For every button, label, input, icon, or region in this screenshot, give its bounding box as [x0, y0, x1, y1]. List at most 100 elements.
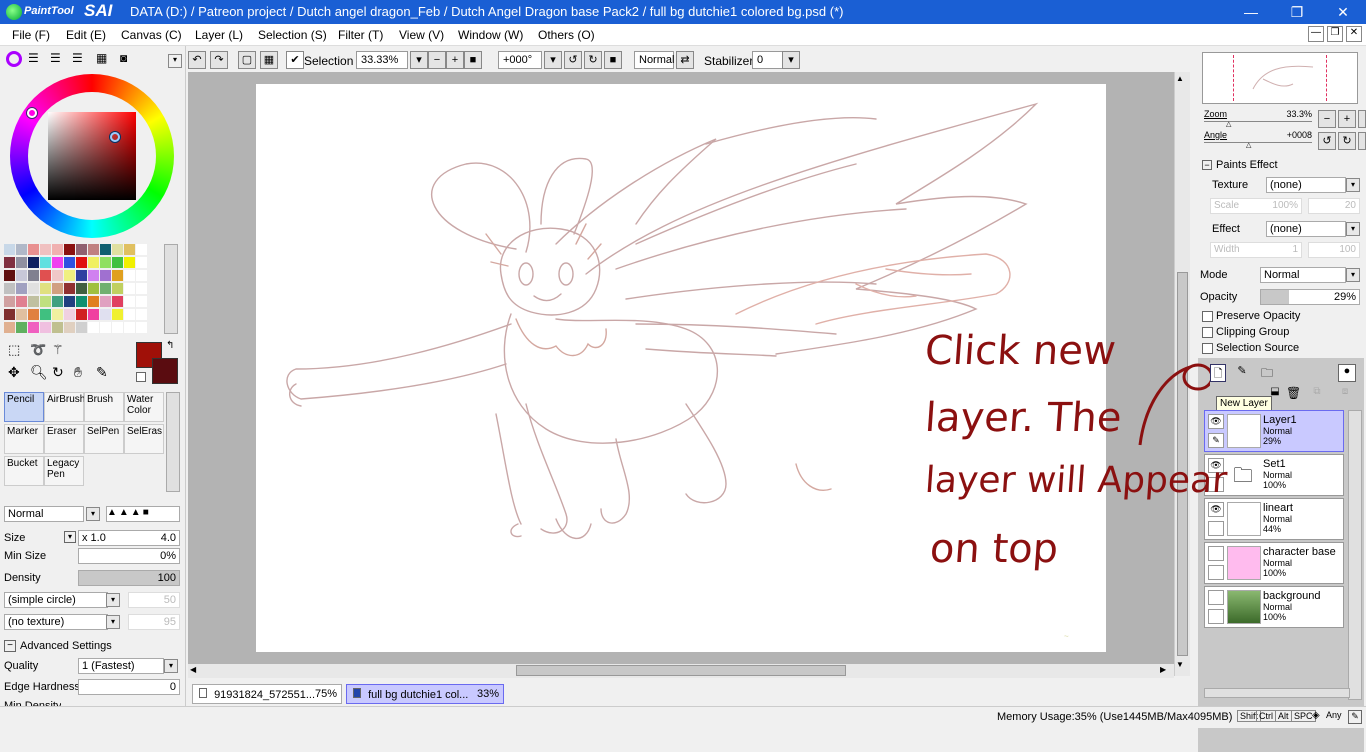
color-swatch[interactable]: [16, 244, 27, 255]
color-swatch[interactable]: [88, 244, 99, 255]
color-swatch[interactable]: [40, 283, 51, 294]
edge-hardness-slider[interactable]: 0: [78, 679, 180, 695]
paints-effect-collapse-icon[interactable]: −: [1202, 160, 1212, 170]
color-swatch[interactable]: [88, 257, 99, 268]
color-swatch[interactable]: [4, 322, 15, 333]
color-swatch[interactable]: [124, 283, 135, 294]
zoom-in-icon[interactable]: +: [446, 51, 464, 69]
color-swatch[interactable]: [100, 296, 111, 307]
hsv-slider-tab-icon[interactable]: ☰: [50, 51, 61, 65]
color-swatch[interactable]: [76, 283, 87, 294]
color-swatch[interactable]: [16, 296, 27, 307]
scroll-left-icon[interactable]: ◀: [190, 665, 196, 674]
color-swatch[interactable]: [40, 257, 51, 268]
effect-select[interactable]: (none): [1266, 221, 1346, 237]
brush-shape-selector[interactable]: ▲▲▲■: [106, 506, 180, 522]
mdi-restore-button[interactable]: ❐: [1327, 26, 1343, 42]
layer-mask-icon[interactable]: ●: [1338, 364, 1356, 382]
lasso-icon[interactable]: ➰: [30, 342, 46, 358]
color-swatch[interactable]: [4, 309, 15, 320]
color-swatch[interactable]: [136, 244, 147, 255]
navigator-preview[interactable]: [1202, 52, 1358, 104]
color-swatch[interactable]: [88, 322, 99, 333]
color-swatch[interactable]: [100, 270, 111, 281]
blend-mode-field[interactable]: Normal: [634, 51, 674, 69]
swatch-grid[interactable]: [4, 244, 150, 334]
nav-zoom-reset-icon[interactable]: [1358, 110, 1366, 128]
color-swatch[interactable]: [28, 296, 39, 307]
color-swatch[interactable]: [64, 244, 75, 255]
deselect-icon[interactable]: ▢: [238, 51, 256, 69]
new-linework-layer-icon[interactable]: ✎: [1234, 364, 1250, 382]
menu-layer[interactable]: Layer (L): [195, 28, 243, 42]
color-swatch[interactable]: [28, 283, 39, 294]
menu-selection[interactable]: Selection (S): [258, 28, 327, 42]
tool-brush[interactable]: Brush: [84, 392, 124, 422]
merge-down-icon[interactable]: ⧉: [1310, 386, 1324, 400]
layer-item[interactable]: 👁 ✎ Layer1 Normal 29%: [1204, 410, 1344, 452]
move-icon[interactable]: ✥: [8, 364, 20, 381]
color-swatch[interactable]: [136, 257, 147, 268]
menu-others[interactable]: Others (O): [538, 28, 595, 42]
color-swatch[interactable]: [88, 270, 99, 281]
color-wheel-tab-icon[interactable]: [6, 51, 22, 67]
color-swatch[interactable]: [64, 283, 75, 294]
color-swatch[interactable]: [4, 244, 15, 255]
new-layer-folder-icon[interactable]: 🗀: [1258, 364, 1276, 382]
color-swatch[interactable]: [4, 296, 15, 307]
nav-rotate-left-icon[interactable]: ↺: [1318, 132, 1336, 150]
tool-eraser[interactable]: Eraser: [44, 424, 84, 454]
tool-legacy-pen[interactable]: Legacy Pen: [44, 456, 84, 486]
rotation-dropdown-icon[interactable]: ▾: [544, 51, 562, 69]
effect-dropdown-icon[interactable]: ▾: [1346, 222, 1360, 236]
nav-zoom-out-icon[interactable]: −: [1318, 110, 1336, 128]
color-swatch[interactable]: [40, 270, 51, 281]
advanced-collapse-icon[interactable]: −: [4, 640, 16, 652]
color-swatch[interactable]: [124, 257, 135, 268]
color-swatch[interactable]: [124, 270, 135, 281]
selection-checkbox[interactable]: ✔: [286, 51, 304, 69]
menu-view[interactable]: View (V): [399, 28, 444, 42]
color-swatch[interactable]: [16, 257, 27, 268]
swatch-tab-icon[interactable]: ▦: [96, 51, 107, 65]
brush-blend-dropdown-icon[interactable]: ▾: [86, 507, 100, 521]
invert-selection-icon[interactable]: ▦: [260, 51, 278, 69]
layer-item[interactable]: background Normal 100%: [1204, 586, 1344, 628]
color-swatch[interactable]: [124, 322, 135, 333]
tool-airbrush[interactable]: AirBrush: [44, 392, 85, 422]
minimize-button[interactable]: —: [1228, 0, 1274, 24]
visibility-checkbox[interactable]: [1208, 590, 1224, 605]
effect-width-slider[interactable]: Width 1: [1210, 242, 1302, 258]
eyedropper-icon[interactable]: ✎: [96, 364, 108, 381]
swatch-scrollbar[interactable]: [164, 244, 178, 334]
zoom-dropdown-icon[interactable]: ▾: [410, 51, 428, 69]
color-swatch[interactable]: [136, 322, 147, 333]
color-swatch[interactable]: [40, 244, 51, 255]
texture-select[interactable]: (none): [1266, 177, 1346, 193]
nav-angle-slider[interactable]: [1204, 142, 1312, 143]
quality-dropdown-icon[interactable]: ▾: [164, 659, 178, 673]
color-swatch[interactable]: [4, 257, 15, 268]
tool-selpen[interactable]: SelPen: [84, 424, 124, 454]
color-swatch[interactable]: [52, 309, 63, 320]
color-swatch[interactable]: [64, 270, 75, 281]
rotate-left-icon[interactable]: ↺: [564, 51, 582, 69]
color-swatch[interactable]: [100, 244, 111, 255]
color-swatch[interactable]: [76, 244, 87, 255]
hue-marker[interactable]: [27, 108, 37, 118]
layer-item[interactable]: character base Normal 100%: [1204, 542, 1344, 584]
scroll-down-icon[interactable]: ▼: [1176, 660, 1184, 669]
brush-texture-dropdown-icon[interactable]: ▾: [106, 615, 120, 629]
color-swatch[interactable]: [100, 322, 111, 333]
min-size-field[interactable]: 0%: [78, 548, 180, 564]
rgb-slider-tab-icon[interactable]: ☰: [28, 51, 39, 65]
rotation-field[interactable]: +000°: [498, 51, 542, 69]
layer-lock-checkbox[interactable]: [1208, 609, 1224, 624]
merge-layer-icon[interactable]: ⧈: [1338, 386, 1352, 400]
layer-item[interactable]: 👁 lineart Normal 44%: [1204, 498, 1344, 540]
color-swatch[interactable]: [112, 283, 123, 294]
saturation-value-box[interactable]: [48, 112, 136, 200]
color-swatch[interactable]: [16, 270, 27, 281]
color-swatch[interactable]: [100, 309, 111, 320]
layer-mode-select[interactable]: Normal: [1260, 267, 1346, 283]
